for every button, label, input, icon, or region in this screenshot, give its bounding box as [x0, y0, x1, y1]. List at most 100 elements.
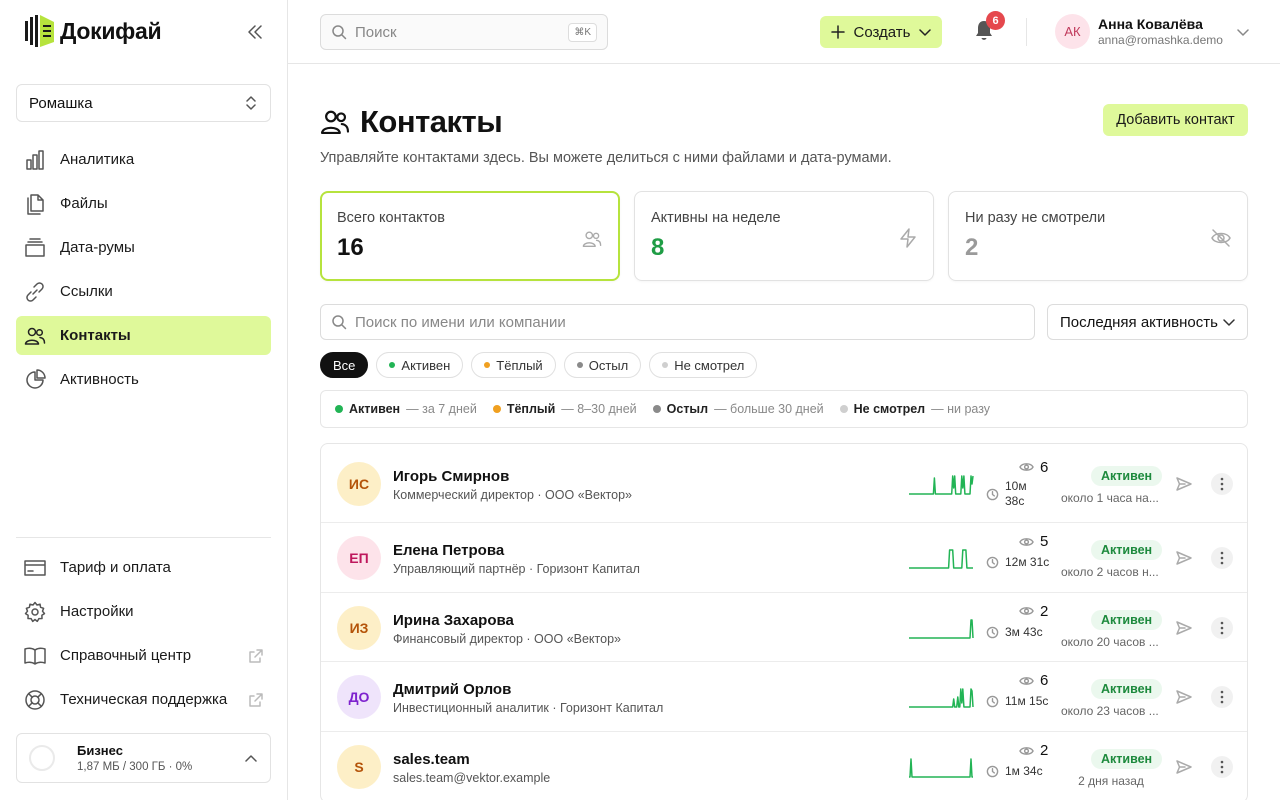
send-icon	[1176, 690, 1192, 704]
sparkline-path	[909, 688, 974, 708]
legend-label: Не смотрел	[853, 402, 926, 416]
eye-icon	[1019, 746, 1034, 755]
sparkline-path	[909, 758, 973, 778]
nav-item-contacts[interactable]: Контакты	[16, 316, 271, 355]
plan-card[interactable]: Бизнес 1,87 МБ / 300 ГБ · 0%	[16, 733, 271, 783]
send-button[interactable]	[1176, 550, 1192, 566]
global-search[interactable]: Поиск ⌘K	[320, 14, 608, 50]
pill-label: Не смотрел	[674, 357, 745, 373]
topbar-separator	[1026, 18, 1027, 46]
user-menu[interactable]: АК Анна Ковалёва anna@romashka.demo	[1055, 14, 1249, 49]
nav-item-files[interactable]: Файлы	[16, 184, 271, 223]
contact-row[interactable]: ИЗ Ирина Захарова Финансовый директор · …	[321, 593, 1247, 662]
more-actions-button[interactable]	[1211, 472, 1233, 495]
send-icon	[1176, 551, 1192, 565]
status-dot	[839, 405, 848, 413]
plus-icon	[831, 25, 846, 39]
status-dot	[389, 362, 396, 368]
activity-sparkline	[909, 688, 974, 708]
sparkline-path	[909, 618, 974, 639]
send-button[interactable]	[1176, 759, 1192, 775]
more-actions-button[interactable]	[1211, 686, 1233, 708]
last-active: 2 дня назад	[1078, 774, 1144, 788]
contact-name[interactable]: Игорь Смирнов	[393, 468, 509, 485]
stat-value: 16	[337, 234, 364, 261]
nav-item-settings[interactable]: Настройки	[16, 592, 271, 631]
more-vertical-icon	[1220, 477, 1224, 490]
more-vertical-icon	[1220, 621, 1224, 634]
contact-name[interactable]: Ирина Захарова	[393, 612, 514, 629]
views-count: 5	[1019, 533, 1048, 550]
contact-row[interactable]: ИС Игорь Смирнов Коммерческий директор ·…	[321, 444, 1247, 523]
notifications-badge: 6	[986, 11, 1005, 30]
time-spent-value: 3м 43с	[1005, 625, 1043, 641]
nav-label: Справочный центр	[60, 647, 192, 664]
contact-row[interactable]: S sales.team sales.team@vektor.example 2…	[321, 732, 1247, 800]
contact-row[interactable]: ЕП Елена Петрова Управляющий партнёр · Г…	[321, 523, 1247, 593]
collapse-sidebar-button[interactable]	[244, 22, 266, 42]
nav-item-activity[interactable]: Активность	[16, 360, 271, 399]
time-spent: 1м 34с	[986, 764, 1043, 780]
filter-pill-cold[interactable]: Остыл	[563, 352, 642, 378]
page-header: Контакты	[320, 104, 503, 140]
create-label: Создать	[853, 23, 911, 41]
time-spent-part: 12м 31с	[1005, 555, 1050, 569]
views-value: 5	[1040, 533, 1049, 550]
eye-icon	[1019, 676, 1034, 685]
contact-name[interactable]: Елена Петрова	[393, 542, 504, 559]
more-actions-button[interactable]	[1211, 616, 1233, 639]
lifebuoy-icon	[25, 689, 45, 710]
logo-icon	[25, 15, 54, 47]
contact-name[interactable]: sales.team	[393, 751, 470, 768]
contact-search-input[interactable]: Поиск по имени или компании	[320, 304, 1035, 340]
stat-total-contacts[interactable]: Всего контактов 16	[320, 191, 620, 281]
user-name: Анна Ковалёва	[1098, 16, 1203, 32]
stat-active-week[interactable]: Активны на неделе 8	[634, 191, 934, 281]
send-icon	[1176, 476, 1192, 491]
activity-sparkline	[909, 758, 973, 778]
send-button[interactable]	[1176, 689, 1192, 705]
workspace-selector[interactable]: Ромашка	[16, 84, 271, 122]
time-spent-part: 38с	[1005, 494, 1025, 509]
contacts-icon	[320, 110, 350, 134]
nav-label: Ссылки	[60, 283, 113, 300]
status-dot	[492, 405, 501, 413]
nav-item-datarooms[interactable]: Дата-румы	[16, 228, 271, 267]
filter-pill-warm[interactable]: Тёплый	[471, 352, 556, 378]
chevron-down-icon	[918, 29, 931, 36]
nav-item-billing[interactable]: Тариф и оплата	[16, 548, 271, 587]
search-shortcut: ⌘K	[568, 22, 597, 42]
stat-never-viewed[interactable]: Ни разу не смотрели 2	[948, 191, 1248, 281]
nav-item-links[interactable]: Ссылки	[16, 272, 271, 311]
nav-item-analytics[interactable]: Аналитика	[16, 140, 271, 179]
filter-pill-not-viewed[interactable]: Не смотрел	[649, 352, 758, 378]
send-button[interactable]	[1176, 476, 1192, 492]
nav-item-help-center[interactable]: Справочный центр	[16, 636, 271, 675]
legend-desc: — 8–30 дней	[561, 402, 637, 416]
user-email: anna@romashka.demo	[1098, 33, 1223, 47]
filter-pill-active[interactable]: Активен	[376, 352, 464, 378]
nav-item-support[interactable]: Техническая поддержка	[16, 680, 271, 719]
sort-label: Последняя активность	[1060, 313, 1218, 331]
clock-icon	[986, 695, 999, 708]
legend-label: Остыл	[666, 402, 709, 416]
contact-name[interactable]: Дмитрий Орлов	[393, 681, 511, 698]
nav-label: Аналитика	[60, 151, 135, 168]
add-contact-button[interactable]: Добавить контакт	[1103, 104, 1248, 136]
contact-row[interactable]: ДО Дмитрий Орлов Инвестиционный аналитик…	[321, 662, 1247, 732]
status-filter-pills: Все Активен Тёплый Остыл Не смотрел	[320, 352, 758, 378]
external-link-icon	[249, 648, 263, 663]
filter-pill-all[interactable]: Все	[320, 352, 369, 378]
logo[interactable]: Докифай	[24, 14, 162, 48]
legend-label: Тёплый	[506, 402, 556, 416]
send-button[interactable]	[1176, 620, 1192, 636]
time-spent: 11м 15с	[986, 694, 1048, 710]
status-dot	[652, 405, 661, 413]
contact-subtitle: sales.team@vektor.example	[393, 771, 551, 785]
sort-select[interactable]: Последняя активность	[1047, 304, 1248, 340]
contacts-icon	[24, 327, 46, 345]
more-actions-button[interactable]	[1211, 756, 1233, 778]
send-icon	[1176, 620, 1192, 635]
more-actions-button[interactable]	[1211, 547, 1233, 569]
create-button[interactable]: Создать	[820, 16, 942, 48]
